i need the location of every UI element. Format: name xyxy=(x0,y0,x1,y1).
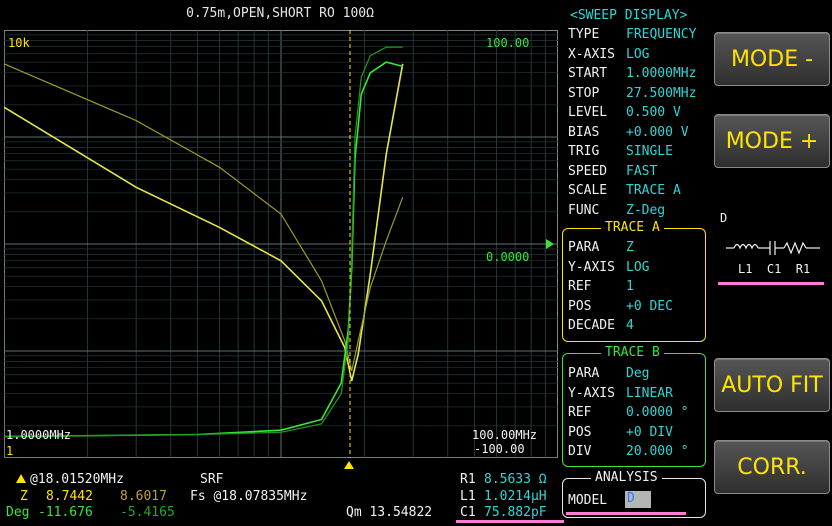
trace-a-setting-key: Y-AXIS xyxy=(568,259,615,275)
y-top-left-label: 10k xyxy=(8,36,30,50)
y-top-right-label: 100.00 xyxy=(486,36,530,50)
marker-triangle-icon xyxy=(16,474,26,483)
plot-traces xyxy=(4,46,404,438)
sweep-setting-key: SCALE xyxy=(568,183,608,198)
trace-b-series-4 xyxy=(4,46,403,438)
sweep-setting-key: TRIG xyxy=(568,144,600,159)
x-start-label: 1.0000MHz xyxy=(6,428,72,442)
trace-b-setting-value: LINEAR xyxy=(626,385,673,401)
mode-plus-button[interactable]: MODE + xyxy=(714,114,830,168)
sweep-setting-key: LEVEL xyxy=(568,105,608,120)
trace-a-setting-value: +0 DEC xyxy=(626,298,673,314)
sweep-title: <SWEEP DISPLAY> xyxy=(570,8,688,23)
x-stop-label: 100.00MHz xyxy=(472,428,538,442)
qm-value: Qm 13.54822 xyxy=(346,505,433,520)
c1-value: 75.882pF xyxy=(484,505,547,520)
sweep-setting-value: SINGLE xyxy=(626,144,673,159)
deg-value-a: -11.676 xyxy=(38,505,93,520)
trace-b-setting-key: POS xyxy=(568,424,592,440)
model-highlight xyxy=(566,512,686,515)
r1-value: 8.5633 Ω xyxy=(484,472,547,487)
auto-fit-button[interactable]: AUTO FIT xyxy=(714,358,830,412)
srf-label: SRF xyxy=(200,472,224,487)
mode-minus-button[interactable]: MODE - xyxy=(714,32,830,86)
y-mid-right-label: 0.0000 xyxy=(486,250,530,264)
trace-a-title: TRACE A xyxy=(601,220,664,235)
trace-a-setting-key: DECADE xyxy=(568,318,615,333)
trace-b-setting-key: PARA xyxy=(568,366,600,381)
sweep-setting-value: 27.500MHz xyxy=(626,85,697,101)
trace-a-setting-value: LOG xyxy=(626,259,650,275)
trace-b-setting-key: REF xyxy=(568,405,592,420)
equivalent-circuit-icon xyxy=(726,241,820,255)
sweep-setting-value: 1.0000MHz xyxy=(626,66,697,81)
l1-label: L1 xyxy=(460,489,476,504)
trace-b-setting-value: 20.000 ° xyxy=(626,444,689,459)
marker-caret-icon xyxy=(344,461,354,469)
model-label: MODEL xyxy=(568,493,608,508)
sweep-setting-value: LOG xyxy=(626,46,650,62)
deg-label: Deg xyxy=(6,505,30,520)
trace-a-setting-value: 4 xyxy=(626,318,634,333)
trace-a-setting-value: 1 xyxy=(626,279,634,294)
marker-frequency: @18.01520MHz xyxy=(30,472,124,487)
circuit-highlight xyxy=(718,282,824,285)
sweep-setting-value: TRACE A xyxy=(626,183,681,198)
trace-a-setting-key: POS xyxy=(568,298,592,314)
reference-arrow-icon xyxy=(546,239,554,249)
plot-grid xyxy=(4,30,558,458)
trace-a-setting-key: REF xyxy=(568,279,592,294)
sweep-setting-key: STOP xyxy=(568,85,600,101)
model-diagram-title: D xyxy=(720,211,728,225)
trace-a-series-1 xyxy=(4,63,404,382)
r1-label: R1 xyxy=(460,472,476,487)
c1-label: C1 xyxy=(460,505,476,520)
z-value-a: 8.7442 xyxy=(46,489,93,504)
l1-value: 1.0214µH xyxy=(484,489,547,504)
trace-b-setting-key: DIV xyxy=(568,444,592,459)
trace-b-setting-key: Y-AXIS xyxy=(568,385,615,401)
sweep-setting-value: Z-Deg xyxy=(626,202,666,218)
sweep-setting-value: 0.500 V xyxy=(626,105,681,120)
sweep-setting-value: +0.000 V xyxy=(626,124,689,140)
c1-highlight xyxy=(456,520,564,523)
sweep-plot[interactable] xyxy=(4,30,558,458)
trace-a-setting-value: Z xyxy=(626,240,634,255)
corr-button[interactable]: CORR. xyxy=(714,440,830,494)
y-bottom-right-label: -100.00 xyxy=(474,442,525,456)
sweep-setting-value: FAST xyxy=(626,163,658,179)
sweep-setting-value: FREQUENCY xyxy=(626,27,697,42)
deg-value-b: -5.4165 xyxy=(120,505,175,520)
z-value-b: 8.6017 xyxy=(120,489,167,504)
trace-b-setting-value: +0 DIV xyxy=(626,424,673,440)
trace-b-setting-value: Deg xyxy=(626,366,650,381)
analysis-title: ANALYSIS xyxy=(591,470,662,485)
model-input[interactable]: D xyxy=(625,491,651,508)
trace-b-title: TRACE B xyxy=(601,345,664,360)
sweep-setting-key: START xyxy=(568,66,608,81)
sweep-setting-key: X-AXIS xyxy=(568,46,615,62)
trace-a-series-2 xyxy=(4,63,404,372)
sweep-setting-key: SPEED xyxy=(568,163,608,179)
trace-b-setting-value: 0.0000 ° xyxy=(626,405,689,420)
marker-index: 1 xyxy=(6,444,14,458)
z-label: Z xyxy=(20,489,28,504)
circuit-element-labels: L1 C1 R1 xyxy=(738,262,811,276)
sweep-setting-key: TYPE xyxy=(568,27,600,42)
sweep-setting-key: BIAS xyxy=(568,124,600,140)
sweep-setting-key: FUNC xyxy=(568,202,600,218)
header-title: 0.75m,OPEN,SHORT RO 100Ω xyxy=(186,6,374,21)
fs-frequency: Fs @18.07835MHz xyxy=(190,489,308,504)
trace-a-setting-key: PARA xyxy=(568,240,600,255)
